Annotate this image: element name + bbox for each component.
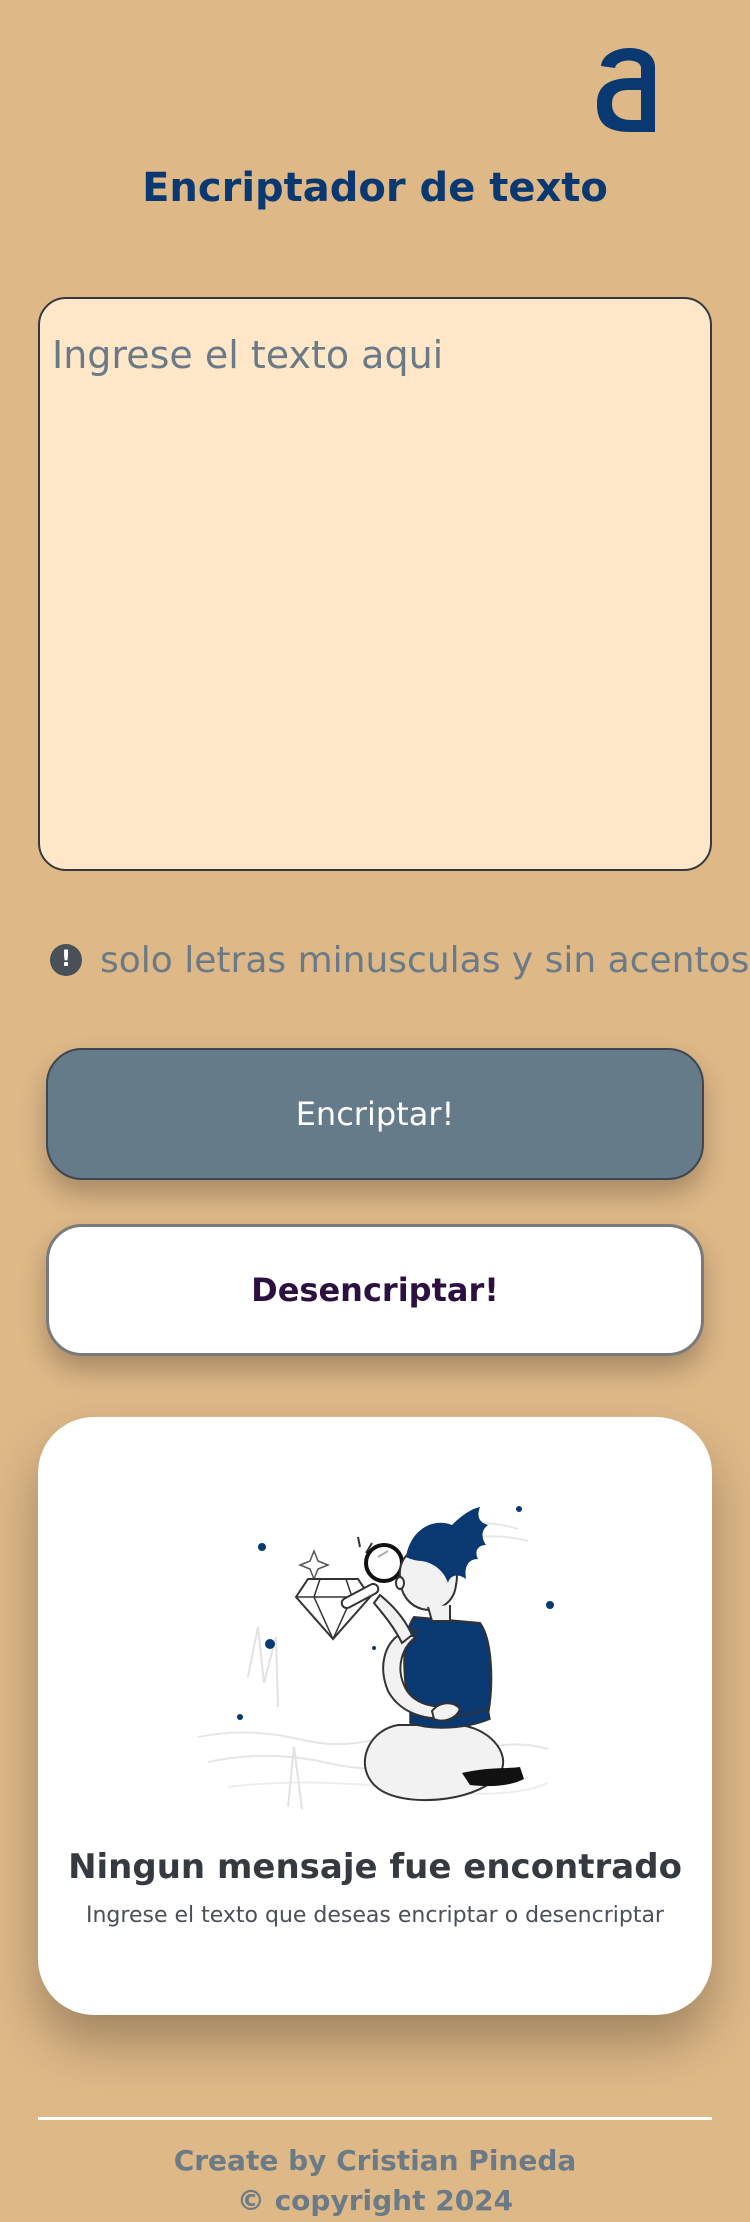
input-hint: ! solo letras minusculas y sin acentos	[50, 935, 749, 985]
footer-author: Create by Cristian Pineda	[173, 2144, 577, 2177]
empty-state-title: Ningun mensaje fue encontrado	[68, 1847, 682, 1887]
page-title: Encriptador de texto	[142, 165, 608, 211]
decrypt-button[interactable]: Desencriptar!	[46, 1224, 704, 1356]
output-panel: Ningun mensaje fue encontrado Ingrese el…	[38, 1417, 712, 2015]
exclamation-circle-icon: !	[50, 944, 82, 976]
footer-divider	[38, 2117, 712, 2120]
empty-state-subtitle: Ingrese el texto que deseas encriptar o …	[86, 1903, 664, 1928]
hint-text: solo letras minusculas y sin acentos	[100, 939, 750, 981]
footer-copyright: © copyright 2024	[236, 2184, 514, 2217]
person-with-magnifying-glass-illustration	[197, 1506, 554, 1810]
alura-a-logo-icon	[597, 47, 655, 132]
encrypt-button[interactable]: Encriptar!	[46, 1048, 704, 1180]
text-input[interactable]	[38, 297, 712, 871]
